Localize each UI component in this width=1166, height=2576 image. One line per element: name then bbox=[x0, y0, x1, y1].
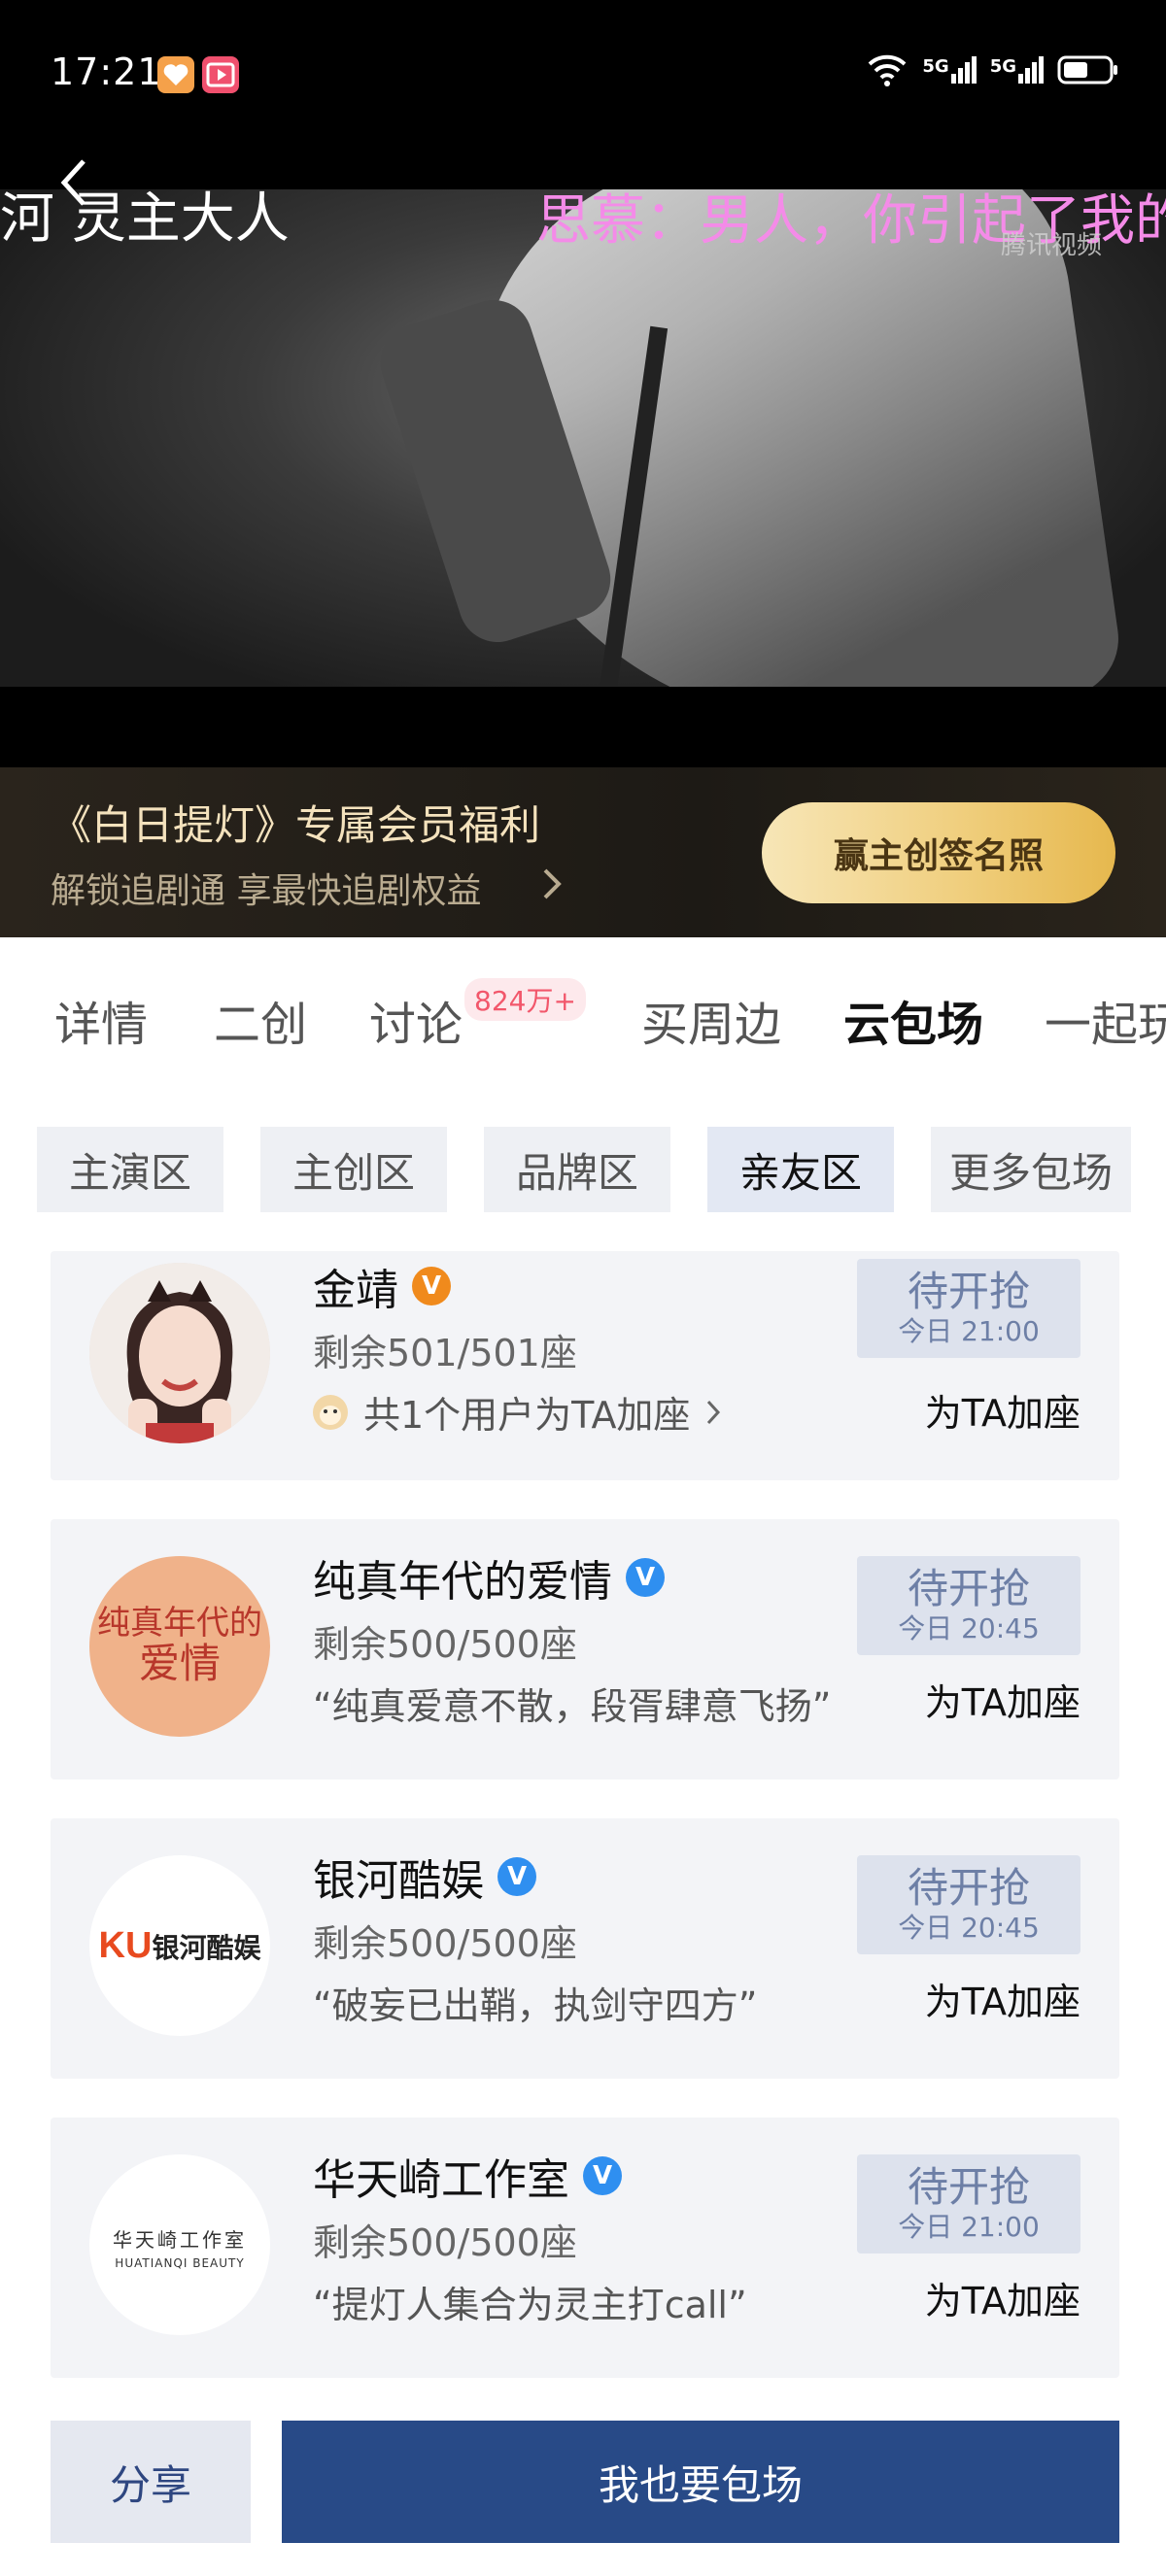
tab-details[interactable]: 详情 bbox=[54, 986, 148, 1054]
verified-badge-icon: V bbox=[626, 1558, 665, 1597]
slogan: “破妄已出鞘，执剑守四方” bbox=[313, 1984, 758, 2027]
remaining-seats: 剩余500/500座 bbox=[313, 1623, 577, 1666]
status-tag: 待开抢 今日 21:00 bbox=[857, 1259, 1080, 1358]
status-bar: 17:21 5G 5G bbox=[0, 0, 1166, 151]
discussion-count-badge: 824万+ bbox=[464, 978, 586, 1021]
chevron-right-icon bbox=[543, 868, 562, 899]
back-arrow-icon[interactable] bbox=[54, 155, 93, 214]
slogan: “提灯人集合为灵主打call” bbox=[313, 2284, 747, 2326]
promo-subtitle[interactable]: 解锁追剧通 享最快追剧权益 bbox=[51, 863, 481, 913]
avatar: 华天崎工作室 HUATIANQI BEAUTY bbox=[89, 2154, 270, 2335]
screening-card[interactable]: KU银河酷娱 银河酷娱 V 剩余500/500座 “破妄已出鞘，执剑守四方” 待… bbox=[51, 1818, 1119, 2079]
host-name: 银河酷娱 V bbox=[313, 1846, 536, 1908]
add-seat-button[interactable]: 为TA加座 bbox=[925, 1972, 1080, 2025]
watermark: 腾讯视频 bbox=[1001, 231, 1103, 260]
status-tag: 待开抢 今日 20:45 bbox=[857, 1855, 1080, 1954]
chevron-right-icon bbox=[707, 1400, 721, 1424]
add-seat-button[interactable]: 为TA加座 bbox=[925, 1673, 1080, 1726]
chip-creators[interactable]: 主创区 bbox=[260, 1127, 447, 1212]
slogan: “纯真爱意不散，段胥肆意飞扬” bbox=[313, 1685, 832, 1728]
screening-card[interactable]: 金靖 V 剩余501/501座 共1个用户为TA加座 待开抢 今日 21:00 … bbox=[51, 1251, 1119, 1480]
verified-badge-icon: V bbox=[412, 1267, 451, 1305]
tab-play-together[interactable]: 一起玩 bbox=[1045, 986, 1166, 1054]
add-seat-button[interactable]: 为TA加座 bbox=[925, 2271, 1080, 2324]
chip-friends-family[interactable]: 亲友区 bbox=[707, 1127, 894, 1212]
status-time: 17:21 bbox=[51, 51, 162, 93]
avatar bbox=[89, 1263, 270, 1443]
avatar: 纯真年代的 爱情 bbox=[89, 1556, 270, 1737]
tab-merchandise[interactable]: 买周边 bbox=[641, 986, 781, 1054]
avatar: KU银河酷娱 bbox=[89, 1855, 270, 2036]
verified-badge-icon: V bbox=[497, 1857, 536, 1896]
video-letterbox-bottom bbox=[0, 687, 1166, 767]
video-app-icon bbox=[202, 56, 239, 93]
host-name: 纯真年代的爱情 V bbox=[313, 1546, 665, 1609]
user-avatar-icon bbox=[313, 1394, 348, 1430]
status-tag: 待开抢 今日 21:00 bbox=[857, 2154, 1080, 2254]
host-name: 金靖 V bbox=[313, 1255, 451, 1317]
wifi-icon bbox=[868, 54, 907, 86]
book-screening-button[interactable]: 我也要包场 bbox=[282, 2421, 1119, 2543]
chip-more-screenings[interactable]: 更多包场 bbox=[931, 1127, 1131, 1212]
remaining-seats: 剩余500/500座 bbox=[313, 2221, 577, 2264]
tab-discussion[interactable]: 讨论 bbox=[369, 986, 463, 1054]
status-icons: 5G 5G bbox=[866, 52, 1119, 87]
share-button[interactable]: 分享 bbox=[51, 2421, 251, 2543]
win-signed-photo-button[interactable]: 赢主创签名照 bbox=[762, 802, 1115, 903]
remaining-seats: 剩余501/501座 bbox=[313, 1332, 577, 1374]
chip-brands[interactable]: 品牌区 bbox=[484, 1127, 670, 1212]
remaining-seats: 剩余500/500座 bbox=[313, 1922, 577, 1965]
verified-badge-icon: V bbox=[583, 2156, 622, 2195]
tab-fan-creations[interactable]: 二创 bbox=[214, 986, 307, 1054]
promo-title: 《白日提灯》专属会员福利 bbox=[51, 801, 541, 849]
signal-2-icon: 5G bbox=[990, 56, 1044, 84]
screening-card[interactable]: 纯真年代的 爱情 纯真年代的爱情 V 剩余500/500座 “纯真爱意不散，段胥… bbox=[51, 1519, 1119, 1779]
screening-card[interactable]: 华天崎工作室 HUATIANQI BEAUTY 华天崎工作室 V 剩余500/5… bbox=[51, 2118, 1119, 2378]
chip-lead-actors[interactable]: 主演区 bbox=[37, 1127, 223, 1212]
member-promo-banner[interactable]: 《白日提灯》专属会员福利 解锁追剧通 享最快追剧权益 赢主创签名照 bbox=[0, 767, 1166, 937]
add-seat-button[interactable]: 为TA加座 bbox=[925, 1383, 1080, 1437]
video-player[interactable] bbox=[0, 189, 1166, 687]
content-tabs: 详情 二创 讨论 824万+ 买周边 云包场 一起玩 bbox=[0, 937, 1166, 1054]
battery-icon bbox=[1057, 55, 1117, 85]
heart-app-icon bbox=[157, 56, 194, 93]
video-title: 河 灵主大人 bbox=[0, 187, 290, 251]
tab-cloud-screening[interactable]: 云包场 bbox=[843, 986, 983, 1054]
signal-1-icon: 5G bbox=[922, 56, 977, 84]
status-tag: 待开抢 今日 20:45 bbox=[857, 1556, 1080, 1655]
host-name: 华天崎工作室 V bbox=[313, 2145, 622, 2207]
supporters-link[interactable]: 共1个用户为TA加座 bbox=[311, 1385, 723, 1439]
